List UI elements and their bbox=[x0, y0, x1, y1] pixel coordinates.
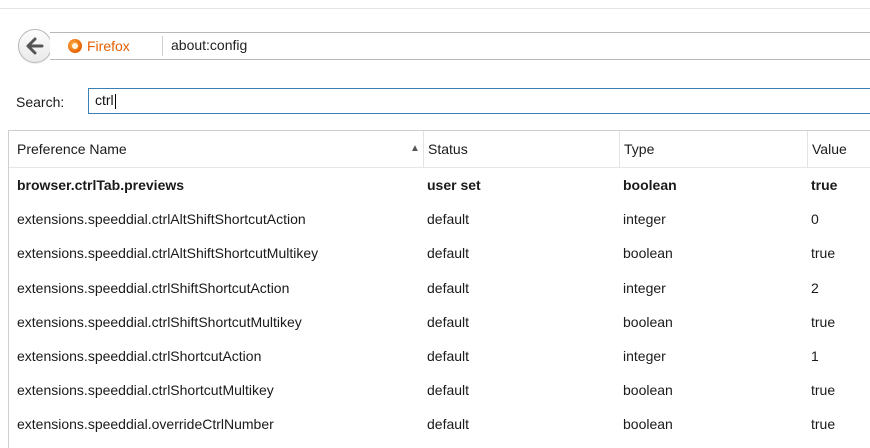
back-arrow-icon bbox=[26, 37, 44, 55]
table-row[interactable]: extensions.speeddial.ctrlAltShiftShortcu… bbox=[9, 202, 870, 236]
table-row[interactable]: extensions.speeddial.ctrlShiftShortcutMu… bbox=[9, 305, 870, 339]
type-cell: integer bbox=[623, 279, 666, 296]
value-cell: true bbox=[811, 416, 836, 433]
type-cell: boolean bbox=[623, 177, 677, 193]
table-row[interactable]: extensions.speeddial.overrideCtrlNumber d… bbox=[9, 407, 870, 441]
status-cell: default bbox=[427, 211, 470, 228]
status-cell: default bbox=[427, 382, 470, 399]
preference-name-cell: browser.ctrlTab.previews bbox=[17, 177, 185, 193]
url-bar[interactable]: Firefox about:config bbox=[50, 32, 870, 60]
value-cell: true bbox=[811, 177, 838, 193]
status-cell: user set bbox=[427, 177, 481, 193]
url-separator bbox=[162, 36, 163, 56]
column-header-label: Preference Name bbox=[17, 141, 127, 157]
value-cell: 0 bbox=[811, 211, 819, 228]
column-header-type[interactable]: Type bbox=[619, 131, 807, 167]
value-cell: 1 bbox=[811, 347, 819, 364]
identity-box[interactable]: Firefox bbox=[68, 36, 130, 56]
preference-name-cell: extensions.speeddial.ctrlShiftShortcutMu… bbox=[17, 313, 302, 330]
preference-name-cell: extensions.speeddial.ctrlShiftShortcutAc… bbox=[17, 279, 290, 296]
value-cell: true bbox=[811, 245, 836, 262]
status-cell: default bbox=[427, 279, 470, 296]
identity-label: Firefox bbox=[87, 38, 130, 54]
table-body: browser.ctrlTab.previews user set boolean t… bbox=[9, 168, 870, 442]
table-row[interactable]: extensions.speeddial.ctrlShiftShortcutAc… bbox=[9, 271, 870, 305]
firefox-logo-icon bbox=[68, 39, 82, 53]
table-header: Preference Name ▲ Status Type Value bbox=[9, 131, 870, 168]
preference-name-cell: extensions.speeddial.ctrlShortcutMultike… bbox=[17, 382, 274, 399]
table-row[interactable]: extensions.speeddial.ctrlShortcutAction d… bbox=[9, 339, 870, 373]
type-cell: integer bbox=[623, 347, 666, 364]
preference-name-cell: extensions.speeddial.ctrlAltShiftShortcu… bbox=[17, 211, 306, 228]
status-cell: default bbox=[427, 313, 470, 330]
column-header-status[interactable]: Status bbox=[423, 131, 619, 167]
status-cell: default bbox=[427, 245, 470, 262]
column-header-label: Value bbox=[812, 141, 847, 157]
search-row: Search: ctrl bbox=[8, 86, 870, 118]
back-button[interactable] bbox=[18, 29, 52, 63]
value-cell: true bbox=[811, 313, 836, 330]
search-input-value: ctrl bbox=[95, 92, 114, 108]
status-cell: default bbox=[427, 347, 470, 364]
tab-strip-edge bbox=[0, 0, 870, 9]
column-header-value[interactable]: Value bbox=[807, 131, 870, 167]
type-cell: integer bbox=[623, 211, 666, 228]
text-caret bbox=[114, 93, 116, 109]
type-cell: boolean bbox=[623, 313, 673, 330]
preference-name-cell: extensions.speeddial.overrideCtrlNumber bbox=[17, 416, 274, 433]
table-row[interactable]: extensions.speeddial.ctrlShortcutMultike… bbox=[9, 373, 870, 407]
column-header-preference-name[interactable]: Preference Name ▲ bbox=[13, 131, 423, 167]
table-row[interactable]: extensions.speeddial.ctrlAltShiftShortcu… bbox=[9, 236, 870, 270]
column-header-label: Status bbox=[428, 141, 468, 157]
sort-ascending-icon: ▲ bbox=[410, 143, 420, 154]
preference-name-cell: extensions.speeddial.ctrlShortcutAction bbox=[17, 347, 262, 364]
navigation-toolbar: Firefox about:config bbox=[0, 9, 870, 79]
type-cell: boolean bbox=[623, 416, 673, 433]
value-cell: 2 bbox=[811, 279, 819, 296]
preferences-table: Preference Name ▲ Status Type Value brow… bbox=[8, 130, 870, 448]
type-cell: boolean bbox=[623, 245, 673, 262]
preference-name-cell: extensions.speeddial.ctrlAltShiftShortcu… bbox=[17, 245, 319, 262]
status-cell: default bbox=[427, 416, 470, 433]
search-input[interactable]: ctrl bbox=[88, 88, 870, 114]
value-cell: true bbox=[811, 382, 836, 399]
type-cell: boolean bbox=[623, 382, 673, 399]
search-label: Search: bbox=[16, 94, 65, 110]
table-row[interactable]: browser.ctrlTab.previews user set boolean t… bbox=[9, 168, 870, 202]
url-text[interactable]: about:config bbox=[171, 37, 247, 53]
column-header-label: Type bbox=[624, 141, 655, 157]
